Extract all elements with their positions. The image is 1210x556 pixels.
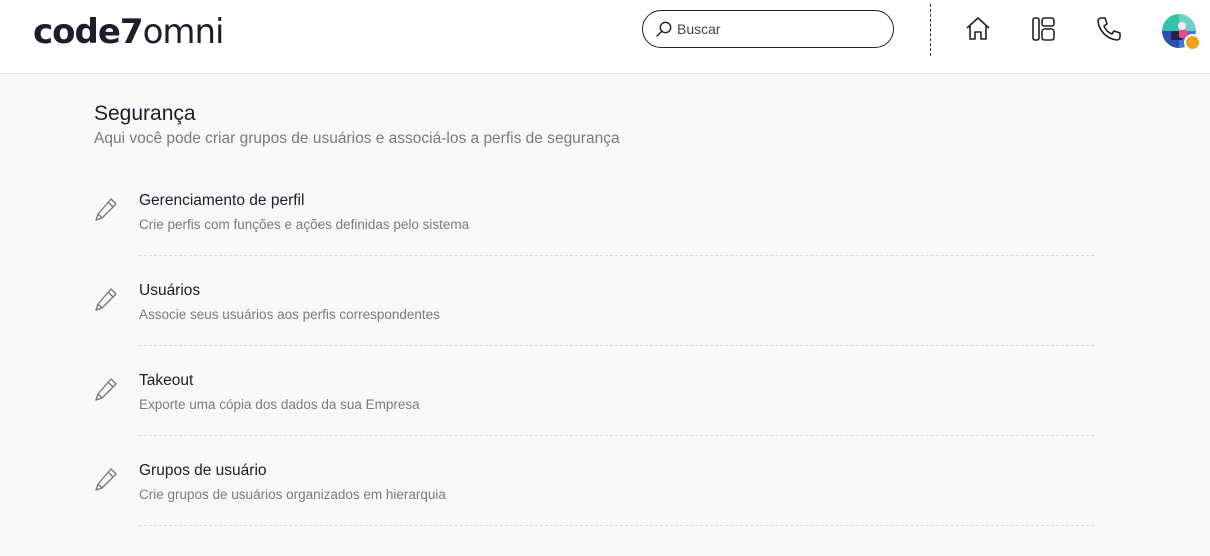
settings-item-title: Takeout bbox=[139, 372, 194, 389]
pencil-icon bbox=[94, 376, 118, 404]
logo-light-text: omni bbox=[142, 12, 225, 52]
page-subtitle: Aqui você pode criar grupos de usuários … bbox=[94, 130, 620, 147]
phone-icon bbox=[1095, 15, 1123, 48]
settings-list: Gerenciamento de perfil Crie perfis com … bbox=[94, 172, 1094, 532]
status-badge bbox=[1184, 34, 1201, 51]
app-logo[interactable]: code7omni bbox=[33, 12, 224, 52]
settings-item-title: Gerenciamento de perfil bbox=[139, 192, 305, 209]
search-icon bbox=[654, 19, 674, 39]
home-icon bbox=[964, 15, 992, 48]
settings-item-profile-management[interactable]: Gerenciamento de perfil Crie perfis com … bbox=[94, 172, 1094, 262]
logo-bold-text: code7 bbox=[33, 12, 144, 52]
header-divider bbox=[930, 4, 931, 56]
item-divider bbox=[139, 345, 1094, 346]
settings-item-users[interactable]: Usuários Associe seus usuários aos perfi… bbox=[94, 262, 1094, 352]
search-input[interactable] bbox=[677, 21, 877, 37]
item-divider bbox=[139, 435, 1094, 436]
pencil-icon bbox=[94, 286, 118, 314]
settings-item-description: Associe seus usuários aos perfis corresp… bbox=[139, 307, 440, 322]
settings-item-description: Crie grupos de usuários organizados em h… bbox=[139, 487, 446, 502]
item-divider bbox=[139, 255, 1094, 256]
settings-item-user-groups[interactable]: Grupos de usuário Crie grupos de usuário… bbox=[94, 442, 1094, 532]
dashboard-button[interactable] bbox=[1030, 15, 1058, 48]
settings-item-title: Usuários bbox=[139, 282, 201, 299]
item-divider bbox=[139, 525, 1094, 526]
settings-item-title: Grupos de usuário bbox=[139, 462, 267, 479]
pencil-icon bbox=[94, 466, 118, 494]
page-title: Segurança bbox=[94, 102, 196, 125]
dashboard-icon bbox=[1030, 15, 1058, 48]
settings-item-description: Crie perfis com funções e ações definida… bbox=[139, 217, 470, 232]
settings-item-takeout[interactable]: Takeout Exporte uma cópia dos dados da s… bbox=[94, 352, 1094, 442]
settings-item-description: Exporte uma cópia dos dados da sua Empre… bbox=[139, 397, 420, 412]
phone-button[interactable] bbox=[1095, 15, 1123, 48]
top-bar: code7omni bbox=[0, 0, 1210, 74]
search-box[interactable] bbox=[642, 10, 894, 48]
page-header: Segurança Aqui você pode criar grupos de… bbox=[94, 100, 1094, 150]
home-button[interactable] bbox=[964, 15, 992, 48]
pencil-icon bbox=[94, 196, 118, 224]
